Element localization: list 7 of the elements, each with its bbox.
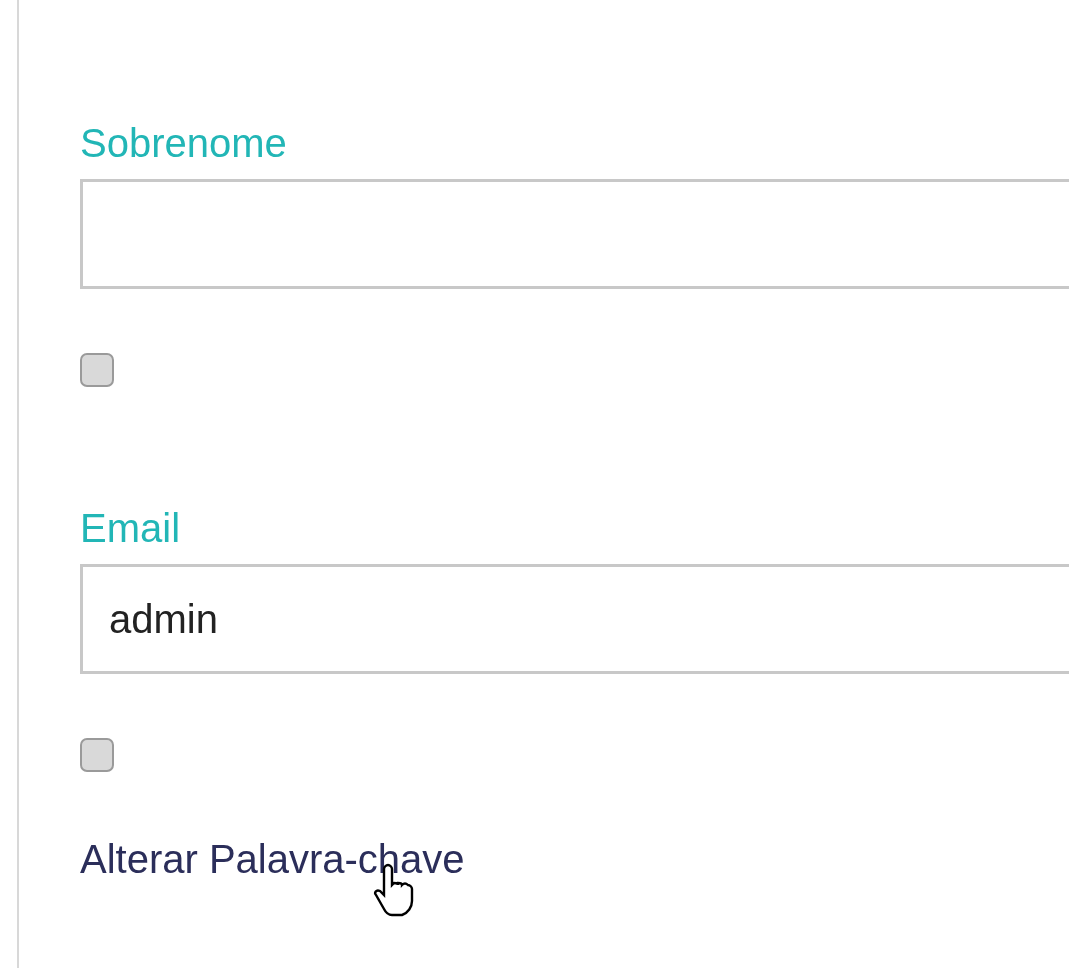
field-label: Email [80,505,181,552]
input-field[interactable]: admin [80,564,1069,674]
checkbox[interactable] [80,738,114,772]
change-password-link[interactable]: Alterar Palavra-chave [80,831,465,887]
checkbox[interactable] [80,353,114,387]
field-label: Sobrenome [80,120,287,167]
input-field[interactable] [80,179,1069,289]
